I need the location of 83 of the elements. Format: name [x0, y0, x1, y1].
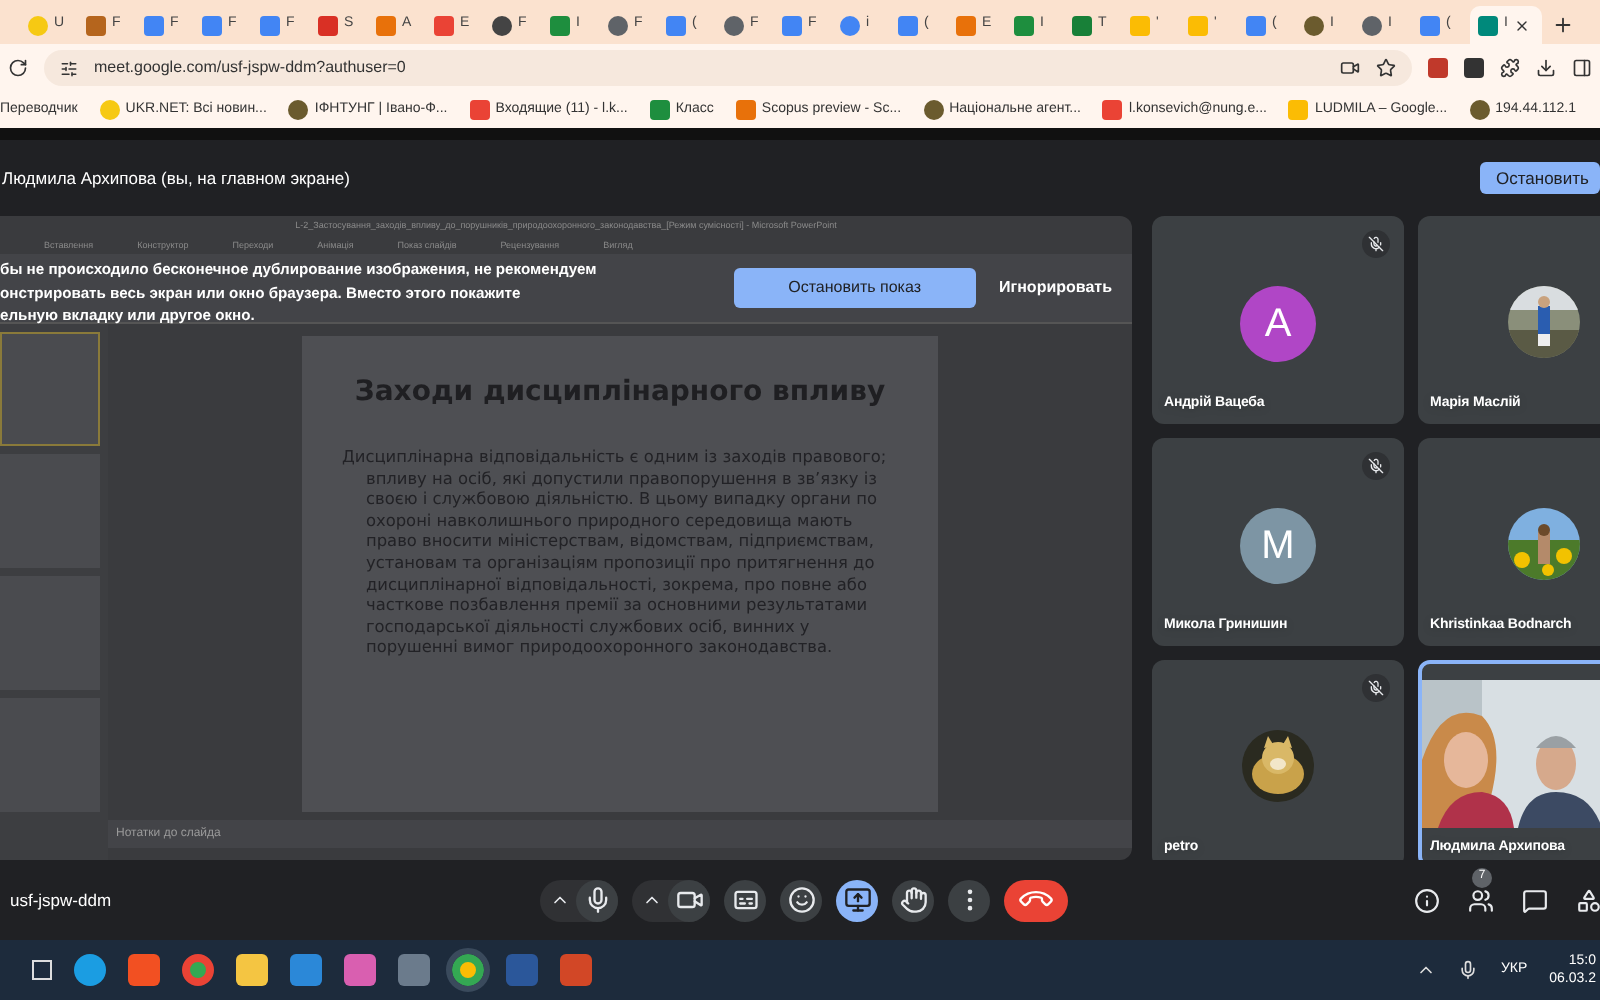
hand-icon [899, 886, 927, 914]
folder-icon[interactable] [236, 954, 268, 986]
site-icon [649, 100, 670, 120]
leave-call-button[interactable] [1004, 879, 1068, 921]
site-icon [608, 15, 628, 35]
present-screen-icon [843, 886, 871, 914]
site-icon [1478, 15, 1498, 35]
site-settings-icon[interactable] [60, 59, 78, 77]
site-icon [550, 15, 570, 35]
floppy-icon[interactable] [344, 954, 376, 986]
close-icon[interactable] [1513, 17, 1530, 33]
chrome-icon[interactable] [182, 954, 214, 986]
site-icon [202, 15, 222, 35]
camera-button[interactable] [668, 879, 710, 921]
site-icon [1102, 100, 1123, 120]
site-icon [1469, 100, 1490, 120]
site-icon [86, 15, 106, 35]
download-icon[interactable] [1536, 58, 1556, 78]
site-icon [1246, 15, 1266, 35]
site-icon [288, 100, 309, 120]
site-icon [1304, 15, 1324, 35]
stop-sharing-button[interactable]: Остановить показ [734, 268, 976, 308]
site-icon [1072, 15, 1092, 35]
task-view-icon[interactable] [32, 960, 52, 980]
people-icon[interactable] [1468, 887, 1494, 913]
more-options-button[interactable] [948, 879, 990, 921]
slide-thumbnail[interactable] [0, 332, 100, 446]
microphone-button[interactable] [576, 879, 618, 921]
site-icon [1130, 15, 1150, 35]
site-icon [434, 15, 454, 35]
site-icon [1362, 15, 1382, 35]
site-icon [144, 15, 164, 35]
reload-icon[interactable] [8, 58, 28, 78]
site-icon [260, 15, 280, 35]
site-icon [782, 15, 802, 35]
powerpoint-icon[interactable] [560, 954, 592, 986]
site-icon [99, 100, 120, 120]
site-icon [1288, 100, 1309, 120]
store-icon[interactable] [128, 954, 160, 986]
site-icon [1188, 15, 1208, 35]
site-icon [666, 15, 686, 35]
address-bar[interactable]: meet.google.com/usf-jspw-ddm?authuser=0 [44, 50, 1412, 86]
camera-icon[interactable] [1340, 58, 1360, 78]
ignore-button[interactable]: Игнорировать [999, 268, 1112, 308]
site-icon [956, 15, 976, 35]
smiley-icon [787, 886, 815, 914]
raise-hand-button[interactable] [892, 879, 934, 921]
emoji-button[interactable] [780, 879, 822, 921]
calculator-icon[interactable] [398, 954, 430, 986]
site-icon [724, 15, 744, 35]
meeting-code: usf-jspw-ddm [10, 887, 114, 913]
bookmark-star-icon[interactable] [1376, 58, 1396, 78]
chrome-icon[interactable] [452, 954, 484, 986]
info-icon[interactable] [1414, 887, 1440, 913]
captions-button[interactable] [724, 879, 766, 921]
extensions-icon[interactable] [1500, 58, 1520, 78]
captions-icon [731, 886, 759, 914]
site-icon [1420, 15, 1440, 35]
presenter-label: Людмила Архипова (вы, на главном экране) [2, 165, 350, 191]
site-icon [735, 100, 756, 120]
site-icon [376, 15, 396, 35]
site-icon [492, 15, 512, 35]
site-icon [898, 15, 918, 35]
site-icon [840, 15, 860, 35]
activities-icon[interactable] [1576, 887, 1600, 913]
mail-icon[interactable] [290, 954, 322, 986]
side-panel-icon[interactable] [1572, 58, 1592, 78]
chat-icon[interactable] [1522, 887, 1548, 913]
site-icon [1014, 15, 1034, 35]
new-tab-icon[interactable] [1552, 14, 1574, 36]
avatar: A [1240, 286, 1316, 362]
stop-presenting-button[interactable]: Остановить [1480, 162, 1600, 194]
microphone-icon[interactable] [1458, 960, 1479, 980]
microphone-icon [583, 886, 611, 914]
avatar: M [1240, 508, 1316, 584]
edge-icon[interactable] [74, 954, 106, 986]
present-button[interactable] [836, 879, 878, 921]
site-icon [318, 15, 338, 35]
site-icon [923, 100, 944, 120]
site-icon [28, 15, 48, 35]
site-icon [469, 100, 490, 120]
url-text: meet.google.com/usf-jspw-ddm?authuser=0 [94, 56, 408, 80]
camera-icon [675, 886, 703, 914]
